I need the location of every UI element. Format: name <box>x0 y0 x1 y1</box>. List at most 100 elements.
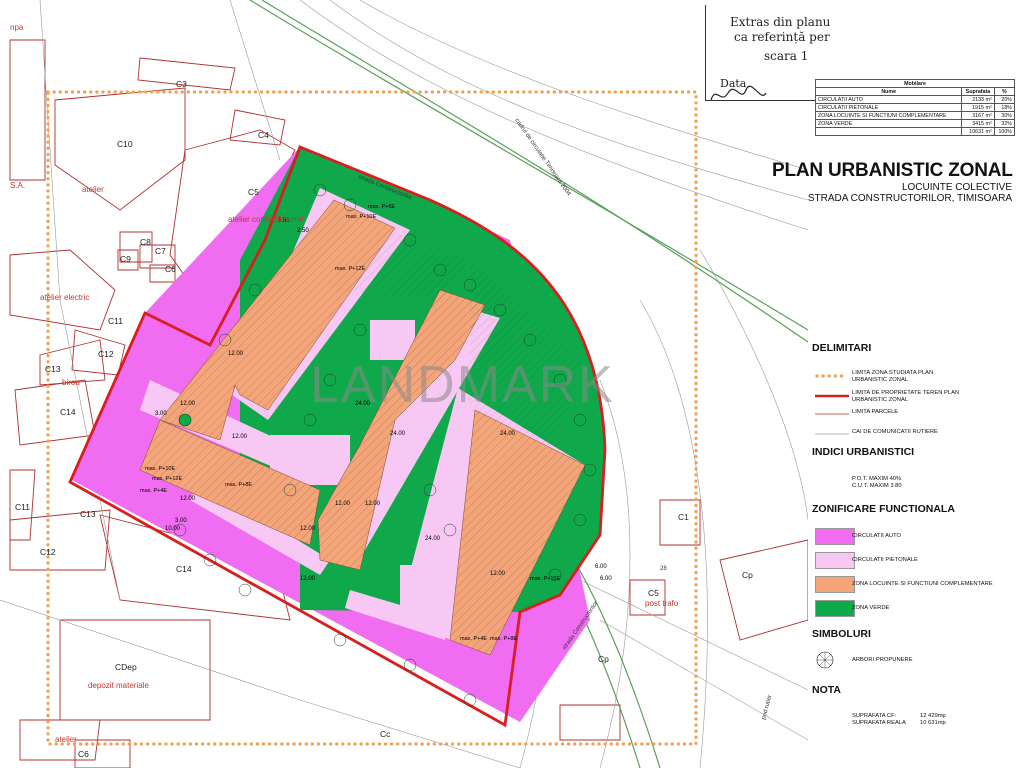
parcel-label: Cc <box>380 729 391 739</box>
legend-label: ARBORI PROPUNERE <box>852 657 913 663</box>
block-label: max. P+6E <box>368 204 395 210</box>
parcel-label: C13 <box>45 364 61 374</box>
legend-label: ZONA VERDE <box>852 605 890 611</box>
cell-name: CIRCULATII PIETONALE <box>814 103 963 112</box>
building-label: npa <box>10 23 24 32</box>
building-label: atelier confectii metal <box>228 215 303 224</box>
legend-label: CIRCULATII PIETONALE <box>852 557 918 563</box>
building-label: depozit materiale <box>88 681 149 690</box>
legend-label: CAI DE COMUNICATII RUTIERE <box>852 429 938 435</box>
dim-label: 12.00 <box>490 571 506 577</box>
parcel-label: CDep <box>115 662 137 672</box>
stamp-line-3: scara 1 <box>764 49 809 63</box>
legend-trees: ARBORI PROPUNERE <box>812 650 1017 669</box>
block-label: max. P+12E <box>335 266 365 272</box>
nota-title: NOTA <box>812 684 841 696</box>
stamp-signature <box>710 85 767 100</box>
parcel-label: C12 <box>98 349 114 359</box>
legend-parcel-limit: LIMITA PARCELE <box>812 408 1017 422</box>
cf-value: 12 429mp <box>920 713 946 719</box>
mobilare-header: Nume <box>814 87 963 96</box>
legend-label: LIMITA PARCELE <box>852 409 899 415</box>
cell-pct: 20% <box>993 95 1016 104</box>
dim-label: 12.00 <box>232 434 248 440</box>
parcel-label: C13 <box>80 509 96 519</box>
tree-marker <box>178 413 192 427</box>
dim-label: 24.00 <box>390 431 406 437</box>
dim-label: 3.00 <box>155 411 167 417</box>
legend-study-limit: LIMITA ZONA STUDIATA PLAN URBANISTIC ZON… <box>812 370 1017 384</box>
tree-icon <box>816 651 834 669</box>
parcel-label: C4 <box>258 130 269 140</box>
legend-locuinte: ZONA LOCUINTE SI FUNCTIUNI COMPLEMENTARE <box>812 576 1017 593</box>
mobilare-title: Mobilare <box>815 79 1015 88</box>
dim-label: 12.00 <box>228 351 244 357</box>
dim-label: 24.00 <box>425 536 441 542</box>
block-label: max. P+12E <box>152 476 182 482</box>
dim-label: 10.00 <box>165 526 181 532</box>
zonificare-title: ZONIFICARE FUNCTIONALA <box>812 503 955 515</box>
extract-stamp: Extras din planu ca referință per scara … <box>705 5 831 101</box>
stamp-line-1: Extras din planu <box>730 15 831 29</box>
building-label: post trafo <box>645 599 679 608</box>
street-label: 28 <box>660 566 667 572</box>
parcel-label: C6 <box>165 264 176 274</box>
cell-area: 10631 m² <box>961 127 995 136</box>
legend-label: LIMITA DE PROPRIETATE TEREN PLAN URBANIS… <box>852 390 960 403</box>
roads-icon <box>815 433 849 435</box>
table-row: ZONA VERDE 3415 m² 32% <box>814 119 1016 128</box>
block-label: max. P+10E <box>145 466 175 472</box>
parcel-label: C11 <box>108 316 123 326</box>
block-label: max. P+8E <box>225 482 252 488</box>
mobilare-table: Mobilare Nume Suprafata % CIRCULATII AUT… <box>814 79 1016 136</box>
parcel-label: C11 <box>15 502 30 512</box>
simboluri-title: SIMBOLURI <box>812 628 871 640</box>
cell-pct: 30% <box>993 111 1016 120</box>
cell-pct: 100% <box>993 127 1016 136</box>
legend-sidebar <box>808 150 1024 768</box>
cell-area: 2133 m² <box>961 95 995 104</box>
parcel-label: C1 <box>678 512 689 522</box>
cell-name: ZONA VERDE <box>814 119 963 128</box>
legend-roads: CAI DE COMUNICATII RUTIERE <box>812 428 1017 442</box>
cell-area: 1915 m² <box>961 103 995 112</box>
legend-label: ZONA LOCUINTE SI FUNCTIUNI COMPLEMENTARE <box>852 581 993 587</box>
pot-value: P.O.T. MAXIM 40% <box>852 476 902 482</box>
cf-label: SUPRAFATA CF: <box>852 713 897 719</box>
dim-label: 3.00 <box>175 518 187 524</box>
table-row: ZONA LOCUINTE SI FUNCTIUNI COMPLEMENTARE… <box>814 111 1016 120</box>
cell-name: CIRCULATII AUTO <box>814 95 963 104</box>
page-subtitle-2: STRADA CONSTRUCTORILOR, TIMISOARA <box>807 193 1012 204</box>
table-row: CIRCULATII PIETONALE 1915 m² 18% <box>814 103 1016 112</box>
block-label: max. P+10E <box>530 576 560 582</box>
watermark: LANDMARK <box>310 356 615 414</box>
property-limit-icon <box>815 394 849 398</box>
cell-pct: 32% <box>993 119 1016 128</box>
dim-label: 24.00 <box>500 431 516 437</box>
parcel-label: C12 <box>40 547 56 557</box>
table-row: CIRCULATII AUTO 2133 m² 20% <box>814 95 1016 104</box>
stamp-line-2: ca referință per <box>734 30 830 44</box>
parcel-label: C14 <box>60 407 76 417</box>
dim-label: 12.00 <box>335 501 351 507</box>
building-label: S.A. <box>10 181 25 190</box>
dim-label: 6.00 <box>600 576 612 582</box>
street-label: pod rutier <box>761 694 773 720</box>
locuinte-swatch <box>815 576 855 593</box>
cell-area: 3167 m² <box>961 111 995 120</box>
legend-label: LIMITA ZONA STUDIATA PLAN URBANISTIC ZON… <box>852 370 934 383</box>
legend-property-limit: LIMITA DE PROPRIETATE TEREN PLAN URBANIS… <box>812 390 1017 404</box>
dim-label: 12.00 <box>365 501 381 507</box>
table-total-row: 10631 m² 100% <box>814 127 1016 136</box>
building-label: atelier electric <box>40 293 89 302</box>
block-label: max. P+10E <box>346 214 376 220</box>
verde-swatch <box>815 600 855 617</box>
legend-pietonal: CIRCULATII PIETONALE <box>812 552 1017 569</box>
dim-label: 6.00 <box>595 564 607 570</box>
parcel-label: C3 <box>176 79 187 89</box>
parcel-label: C10 <box>117 139 133 149</box>
cut-value: C.U.T. MAXIM 3.80 <box>852 483 902 489</box>
parcel-label: C9 <box>120 254 131 264</box>
dim-label: 12.00 <box>180 401 196 407</box>
dim-label: 12.00 <box>300 526 316 532</box>
